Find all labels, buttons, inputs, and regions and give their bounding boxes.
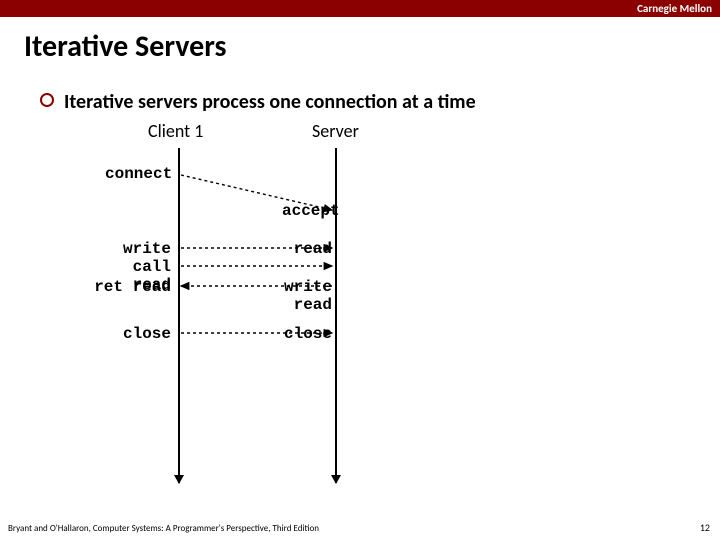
- brand-label: Carnegie Mellon: [637, 2, 712, 15]
- footer-text: Bryant and O'Hallaron, Computer Systems:…: [8, 523, 319, 534]
- page-title: Iterative Servers: [24, 28, 227, 65]
- bullet-point: Iterative servers process one connection…: [40, 90, 476, 114]
- sequence-diagram: Client 1 Server connect write call read …: [0, 120, 720, 500]
- bullet-text: Iterative servers process one connection…: [64, 90, 476, 114]
- header-bar: Carnegie Mellon: [0, 0, 720, 17]
- page-number: 12: [700, 521, 710, 534]
- bullet-icon: [40, 93, 54, 107]
- arrows-layer: [0, 120, 720, 500]
